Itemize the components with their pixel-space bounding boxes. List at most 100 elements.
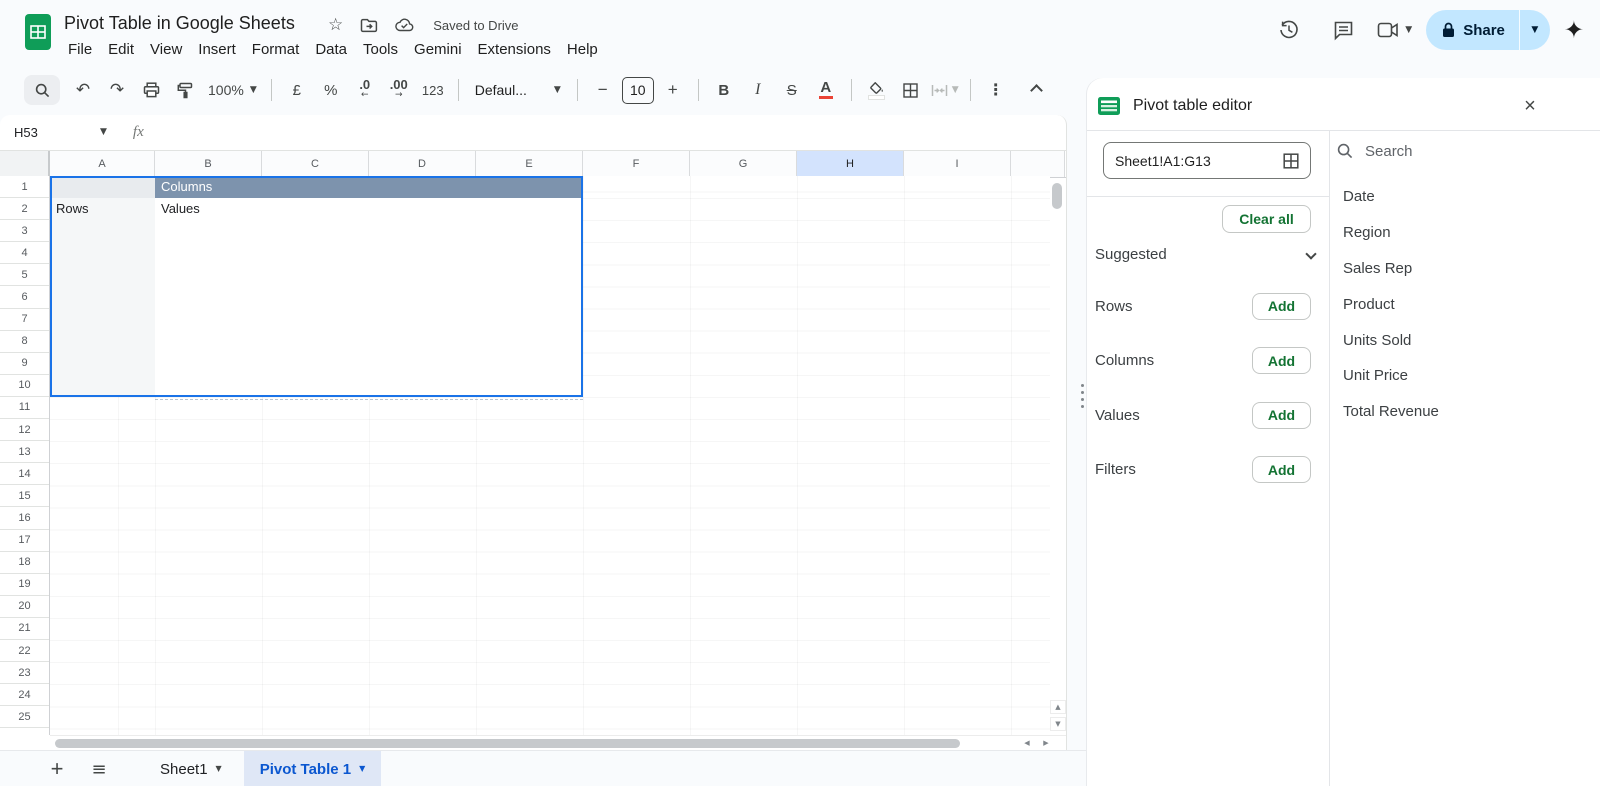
column-header-partial[interactable] [1011,151,1065,177]
clear-all-button[interactable]: Clear all [1222,205,1311,233]
fill-color-button[interactable] [862,75,892,105]
tab-sheet1[interactable]: Sheet1 ▼ [144,751,238,786]
column-header-C[interactable]: C [262,151,369,177]
gemini-sparkle-icon[interactable]: ✦ [1564,18,1584,42]
italic-button[interactable]: I [743,75,773,105]
undo-button[interactable]: ↶ [68,75,98,105]
chevron-down-icon[interactable] [1305,248,1317,260]
saved-status[interactable]: Saved to Drive [433,18,518,33]
close-panel-button[interactable]: × [1512,88,1548,124]
print-button[interactable] [136,75,166,105]
merge-cells-button[interactable]: ▼ [930,75,960,105]
increase-font-size-button[interactable]: + [658,75,688,105]
select-all-corner[interactable] [0,151,50,177]
panel-resize-handle[interactable] [1081,384,1084,408]
row-header-19[interactable]: 19 [0,573,49,596]
row-header-17[interactable]: 17 [0,529,49,552]
add-columns-button[interactable]: Add [1252,347,1311,375]
data-range-input[interactable]: Sheet1!A1:G13 [1103,142,1311,179]
share-dropdown[interactable]: ▼ [1520,10,1550,50]
name-box-dropdown[interactable]: ▼ [100,128,107,137]
field-unit-price[interactable]: Unit Price [1329,358,1600,394]
field-sales-rep[interactable]: Sales Rep [1329,251,1600,287]
grid-body[interactable]: Columns Rows Values [50,176,1050,735]
share-button[interactable]: Share ▼ [1426,10,1550,50]
menu-data[interactable]: Data [307,39,355,60]
menu-insert[interactable]: Insert [190,39,244,60]
menu-gemini[interactable]: Gemini [406,39,470,60]
tab-pivot-table-1-menu[interactable]: ▼ [359,765,365,773]
column-header-G[interactable]: G [690,151,797,177]
pivot-values-area[interactable] [155,198,583,397]
column-header-I[interactable]: I [904,151,1011,177]
comments-icon[interactable] [1323,10,1363,50]
row-header-21[interactable]: 21 [0,617,49,640]
zoom-select[interactable]: 100% ▼ [204,75,261,105]
field-date[interactable]: Date [1329,179,1600,215]
name-box[interactable]: H53 [0,125,100,140]
chevron-down-icon[interactable]: ▼ [1405,25,1412,35]
row-header-9[interactable]: 9 [0,352,49,375]
field-total-revenue[interactable]: Total Revenue [1329,394,1600,430]
text-color-button[interactable]: A [811,75,841,105]
scroll-left-button[interactable]: ◀ [1019,736,1035,750]
row-header-8[interactable]: 8 [0,330,49,353]
decrease-font-size-button[interactable]: − [588,75,618,105]
row-header-5[interactable]: 5 [0,264,49,287]
document-title[interactable]: Pivot Table in Google Sheets [64,13,295,34]
menu-help[interactable]: Help [559,39,606,60]
add-sheet-button[interactable]: + [40,752,74,786]
vertical-scrollbar[interactable] [1052,183,1062,209]
menu-format[interactable]: Format [244,39,308,60]
row-header-4[interactable]: 4 [0,242,49,265]
format-currency-button[interactable]: £ [282,75,312,105]
add-filters-button[interactable]: Add [1252,456,1311,484]
row-header-1[interactable]: 1 [0,176,49,199]
add-rows-button[interactable]: Add [1252,292,1311,320]
menu-edit[interactable]: Edit [100,39,142,60]
more-formats-button[interactable]: 123 [418,75,448,105]
redo-button[interactable]: ↷ [102,75,132,105]
suggested-section[interactable]: Suggested [1095,240,1323,268]
version-history-icon[interactable] [1269,10,1309,50]
move-folder-icon[interactable] [360,18,378,33]
cloud-saved-icon[interactable] [395,18,414,32]
menu-extensions[interactable]: Extensions [470,39,559,60]
increase-decimal-button[interactable]: .00 → [384,75,414,105]
row-header-2[interactable]: 2 [0,198,49,221]
format-percent-button[interactable]: % [316,75,346,105]
hide-menus-button[interactable] [1024,78,1048,102]
row-header-15[interactable]: 15 [0,485,49,508]
toolbar-search-button[interactable] [24,75,60,105]
row-header-25[interactable]: 25 [0,706,49,729]
meet-video-call-button[interactable]: ▼ [1377,22,1412,38]
field-search[interactable] [1337,136,1587,166]
font-select[interactable]: Defaul... ▼ [469,75,567,105]
row-header-24[interactable]: 24 [0,684,49,707]
field-region[interactable]: Region [1329,215,1600,251]
row-header-23[interactable]: 23 [0,662,49,685]
paint-format-button[interactable] [170,75,200,105]
row-header-3[interactable]: 3 [0,220,49,243]
column-header-F[interactable]: F [583,151,690,177]
tab-sheet1-menu[interactable]: ▼ [216,765,222,773]
column-header-A[interactable]: A [50,151,155,177]
pivot-rows-label[interactable]: Rows [50,198,155,220]
column-header-B[interactable]: B [155,151,262,177]
star-icon[interactable]: ☆ [328,15,343,35]
pivot-columns-header[interactable]: Columns [155,176,583,198]
search-input[interactable] [1363,141,1537,161]
menu-file[interactable]: File [60,39,100,60]
row-header-11[interactable]: 11 [0,396,49,420]
borders-button[interactable] [896,75,926,105]
more-toolbar-options-button[interactable]: ⋮ [981,75,1011,105]
row-header-20[interactable]: 20 [0,595,49,618]
menu-tools[interactable]: Tools [355,39,406,60]
scroll-right-button[interactable]: ▶ [1038,736,1054,750]
column-header-H[interactable]: H [797,151,904,177]
select-range-icon[interactable] [1283,152,1299,169]
pivot-rows-column[interactable] [50,198,155,397]
row-header-16[interactable]: 16 [0,507,49,530]
scroll-up-button[interactable]: ▲ [1050,700,1066,714]
menu-view[interactable]: View [142,39,190,60]
